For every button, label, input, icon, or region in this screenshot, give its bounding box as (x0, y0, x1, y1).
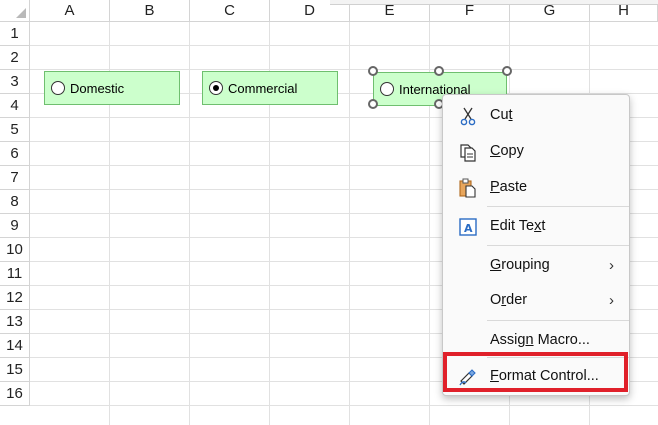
paste-icon (459, 178, 476, 198)
top-toolbar-edge (330, 0, 658, 5)
format-control-icon (459, 369, 476, 386)
row-header-6[interactable]: 6 (0, 142, 30, 166)
menu-item-paste[interactable]: Paste (443, 172, 629, 202)
row-header-9[interactable]: 9 (0, 214, 30, 238)
menu-item-order[interactable]: Order › (443, 285, 629, 315)
column-header-c[interactable]: C (190, 0, 270, 22)
menu-label-paste: Paste (490, 179, 528, 195)
menu-separator (487, 357, 629, 358)
menu-label-format-control: Format Control... (490, 368, 599, 384)
menu-item-edit-text[interactable]: A Edit Text (443, 211, 629, 241)
radio-circle-icon (51, 81, 65, 95)
radio-label-domestic: Domestic (70, 80, 125, 96)
chevron-right-icon: › (609, 291, 614, 309)
context-menu: Cut Copy Paste A Edit Text Grouping › Or… (442, 94, 630, 396)
column-header-b[interactable]: B (110, 0, 190, 22)
menu-label-assign-macro: Assign Macro... (490, 332, 590, 348)
radio-label-commercial: Commercial (228, 80, 298, 96)
column-header-a[interactable]: A (30, 0, 110, 22)
menu-label-copy: Copy (490, 143, 524, 159)
row-header-11[interactable]: 11 (0, 262, 30, 286)
row-header-2[interactable]: 2 (0, 46, 30, 70)
row-header-7[interactable]: 7 (0, 166, 30, 190)
menu-separator (487, 245, 629, 246)
menu-item-copy[interactable]: Copy (443, 136, 629, 166)
menu-item-cut[interactable]: Cut (443, 100, 629, 130)
row-header-12[interactable]: 12 (0, 286, 30, 310)
row-header-15[interactable]: 15 (0, 358, 30, 382)
menu-separator (487, 206, 629, 207)
resize-handle-bottom-left[interactable] (368, 99, 378, 109)
menu-label-grouping: Grouping (490, 257, 550, 273)
radio-domestic[interactable]: Domestic (44, 71, 180, 105)
row-header-13[interactable]: 13 (0, 310, 30, 334)
menu-item-assign-macro[interactable]: Assign Macro... (443, 325, 629, 355)
edit-text-icon: A (459, 218, 477, 236)
row-header-4[interactable]: 4 (0, 94, 30, 118)
svg-text:A: A (464, 222, 473, 235)
menu-label-cut: Cut (490, 107, 513, 123)
radio-commercial[interactable]: Commercial (202, 71, 338, 105)
select-all-corner[interactable] (0, 0, 30, 22)
radio-circle-icon (380, 82, 394, 96)
menu-item-format-control[interactable]: Format Control... (443, 361, 629, 391)
resize-handle-top[interactable] (434, 66, 444, 76)
scissors-icon (460, 107, 476, 126)
row-header-3[interactable]: 3 (0, 70, 30, 94)
copy-icon (460, 144, 476, 162)
menu-label-order: Order (490, 292, 528, 308)
radio-checked-icon (209, 81, 223, 95)
menu-item-grouping[interactable]: Grouping › (443, 250, 629, 280)
menu-label-edit-text: Edit Text (490, 218, 546, 234)
row-header-8[interactable]: 8 (0, 190, 30, 214)
menu-separator (487, 320, 629, 321)
resize-handle-top-right[interactable] (502, 66, 512, 76)
row-header-5[interactable]: 5 (0, 118, 30, 142)
resize-handle-top-left[interactable] (368, 66, 378, 76)
row-header-14[interactable]: 14 (0, 334, 30, 358)
row-header-10[interactable]: 10 (0, 238, 30, 262)
row-header-1[interactable]: 1 (0, 22, 30, 46)
chevron-right-icon: › (609, 256, 614, 274)
row-header-16[interactable]: 16 (0, 382, 30, 406)
